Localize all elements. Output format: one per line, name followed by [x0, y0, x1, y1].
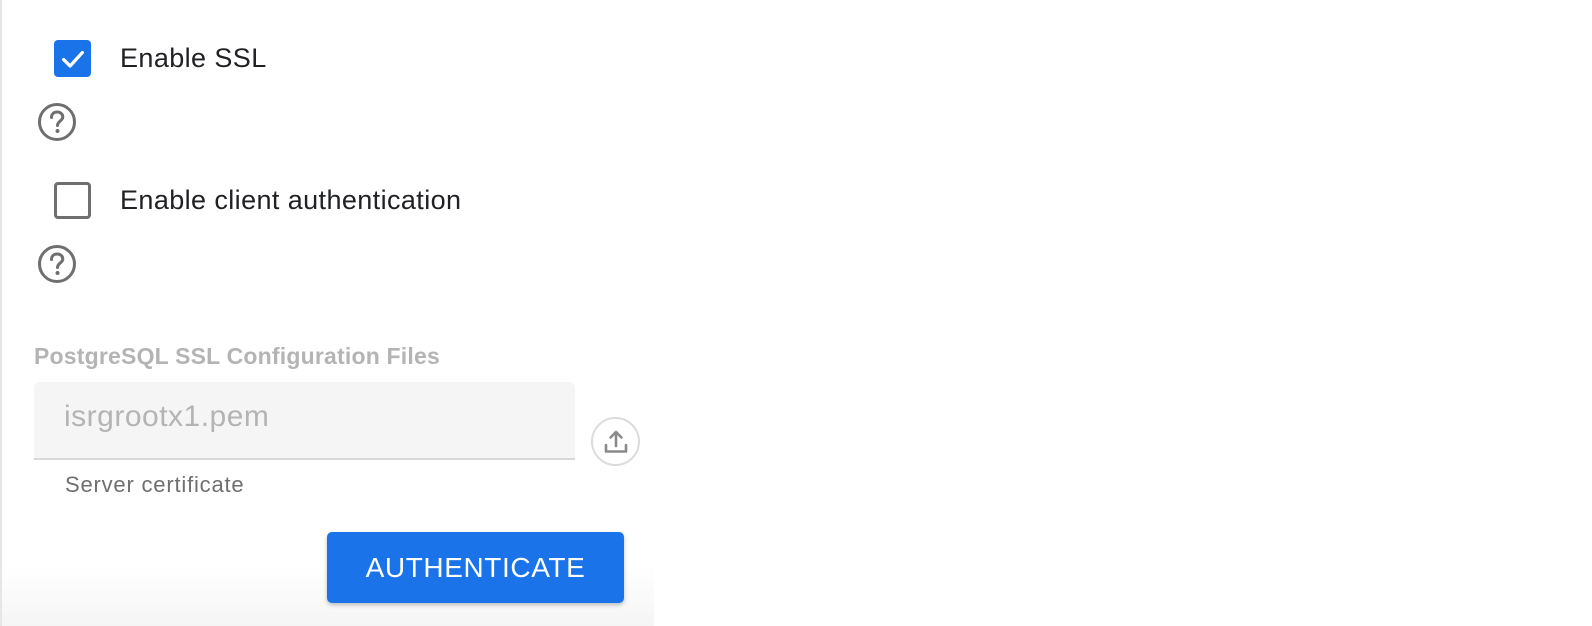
ssl-config-files-title: PostgreSQL SSL Configuration Files [34, 343, 440, 369]
client-auth-help-icon[interactable] [37, 244, 77, 284]
server-certificate-input[interactable] [64, 400, 544, 434]
enable-ssl-row[interactable]: Enable SSL [54, 40, 267, 77]
authenticate-button[interactable]: AUTHENTICATE [327, 532, 624, 603]
enable-ssl-label: Enable SSL [120, 43, 267, 73]
enable-client-auth-row[interactable]: Enable client authentication [54, 182, 461, 219]
checkmark-icon [61, 50, 84, 68]
upload-certificate-button[interactable] [591, 417, 640, 466]
server-certificate-field[interactable] [34, 382, 575, 460]
enable-ssl-checkbox[interactable] [54, 40, 91, 77]
upload-icon [604, 430, 627, 453]
server-certificate-helper-text: Server certificate [65, 472, 245, 497]
enable-client-auth-checkbox[interactable] [54, 182, 91, 219]
enable-client-auth-label: Enable client authentication [120, 185, 462, 215]
ssl-help-icon[interactable] [37, 102, 77, 142]
ssl-settings-panel: Enable SSL Enable client authentication … [0, 0, 1592, 626]
panel-left-border [0, 0, 2, 626]
